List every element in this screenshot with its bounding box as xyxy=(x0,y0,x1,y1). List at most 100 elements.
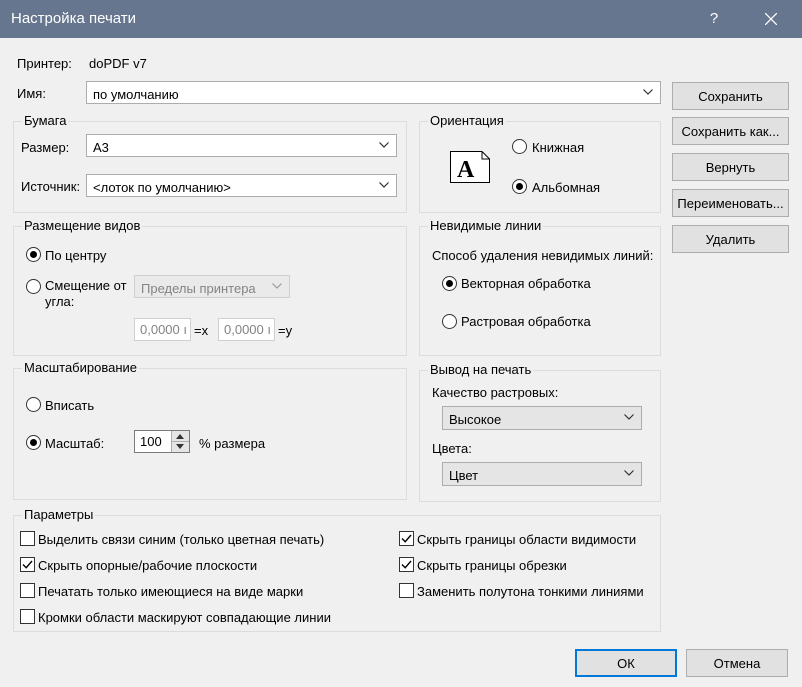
placement-offset-label-line1: Смещение от xyxy=(45,278,127,293)
params-right-1-checkbox[interactable] xyxy=(399,557,414,572)
stepper-arrows[interactable] xyxy=(171,431,189,452)
paper-source-select[interactable]: <лоток по умолчанию> xyxy=(86,174,397,197)
checkmark-icon xyxy=(401,534,412,543)
params-right-0-checkbox[interactable] xyxy=(399,531,414,546)
paper-size-value: A3 xyxy=(93,140,109,155)
delete-button[interactable]: Удалить xyxy=(672,225,789,253)
params-left-1-checkbox[interactable] xyxy=(20,557,35,572)
params-legend: Параметры xyxy=(22,507,96,522)
scaling-zoom-radio[interactable] xyxy=(26,435,41,450)
delete-button-label: Удалить xyxy=(705,232,756,247)
scaling-zoom-stepper[interactable]: 100 xyxy=(134,430,190,453)
paper-size-select[interactable]: A3 xyxy=(86,134,397,157)
scaling-group: Масштабирование xyxy=(13,360,407,500)
hidden-lines-raster-label: Растровая обработка xyxy=(461,314,591,329)
scaling-zoom-value: 100 xyxy=(140,434,162,449)
hidden-lines-vector-radio[interactable] xyxy=(442,276,457,291)
placement-offset-label-line2: угла: xyxy=(45,294,75,309)
orientation-landscape-label: Альбомная xyxy=(532,180,601,195)
params-right-0-label: Скрыть границы области видимости xyxy=(417,532,637,547)
revert-button-label: Вернуть xyxy=(705,160,756,175)
placement-offset-radio[interactable] xyxy=(26,279,41,294)
params-left-2-checkbox[interactable] xyxy=(20,583,35,598)
output-colors-label: Цвета: xyxy=(432,441,472,456)
placement-from-select[interactable]: Пределы принтера xyxy=(134,275,290,298)
close-icon xyxy=(765,13,777,25)
chevron-down-icon xyxy=(643,89,653,95)
checkmark-icon xyxy=(401,560,412,569)
rename-button-label: Переименовать... xyxy=(677,196,784,211)
placement-x-value: 0,0000 ı xyxy=(140,322,187,337)
placement-x-label: =x xyxy=(194,323,209,338)
scaling-fit-radio[interactable] xyxy=(26,397,41,412)
placement-legend: Размещение видов xyxy=(22,218,143,233)
checkmark-icon xyxy=(22,560,33,569)
placement-center-radio[interactable] xyxy=(26,247,41,262)
params-left-0-checkbox[interactable] xyxy=(20,531,35,546)
placement-from-value: Пределы принтера xyxy=(141,281,256,296)
close-button[interactable] xyxy=(756,0,786,38)
save-button-label: Сохранить xyxy=(698,89,763,104)
hidden-lines-raster-radio[interactable] xyxy=(442,314,457,329)
params-left-3-checkbox[interactable] xyxy=(20,609,35,624)
cancel-button[interactable]: Отмена xyxy=(686,649,788,677)
scaling-legend: Масштабирование xyxy=(22,360,140,375)
output-quality-select[interactable]: Высокое xyxy=(442,406,642,430)
help-button[interactable]: ? xyxy=(700,0,728,38)
output-legend: Вывод на печать xyxy=(428,362,534,377)
chevron-down-icon xyxy=(379,142,389,148)
chevron-down-icon xyxy=(379,182,389,188)
output-colors-value: Цвет xyxy=(449,468,479,483)
scaling-percent-label: % размера xyxy=(199,436,266,451)
chevron-down-icon xyxy=(176,444,184,449)
hidden-lines-legend: Невидимые линии xyxy=(428,218,544,233)
params-right-2-label: Заменить полутона тонкими линиями xyxy=(417,584,644,599)
chevron-down-icon xyxy=(624,470,634,476)
paper-size-label: Размер: xyxy=(21,140,70,155)
orientation-portrait-label: Книжная xyxy=(532,140,585,155)
ok-button[interactable]: ОК xyxy=(575,649,677,677)
placement-x-input[interactable]: 0,0000 ı xyxy=(134,318,191,341)
output-quality-value: Высокое xyxy=(449,412,502,427)
output-quality-label: Качество растровых: xyxy=(432,385,559,400)
placement-y-label: =y xyxy=(278,323,293,338)
orientation-portrait-radio[interactable] xyxy=(512,139,527,154)
orientation-landscape-radio[interactable] xyxy=(512,179,527,194)
paper-source-value: <лоток по умолчанию> xyxy=(93,180,231,195)
chevron-down-icon xyxy=(624,414,634,420)
placement-y-input[interactable]: 0,0000 ı xyxy=(218,318,275,341)
rename-button[interactable]: Переименовать... xyxy=(672,189,789,217)
cancel-button-label: Отмена xyxy=(713,656,761,671)
save-as-button[interactable]: Сохранить как... xyxy=(672,117,789,145)
hidden-lines-group: Невидимые линии xyxy=(419,218,661,356)
svg-text:A: A xyxy=(457,157,475,183)
ok-button-label: ОК xyxy=(617,656,635,671)
save-button[interactable]: Сохранить xyxy=(672,82,789,110)
hidden-lines-vector-label: Векторная обработка xyxy=(461,276,591,291)
placement-center-label: По центру xyxy=(45,248,107,263)
save-as-button-label: Сохранить как... xyxy=(681,124,780,139)
params-left-2-label: Печатать только имеющиеся на виде марки xyxy=(38,584,304,599)
orientation-legend: Ориентация xyxy=(428,113,506,128)
printer-value: doPDF v7 xyxy=(89,56,147,71)
paper-legend: Бумага xyxy=(22,113,69,128)
chevron-down-icon xyxy=(272,283,282,289)
params-right-1-label: Скрыть границы обрезки xyxy=(417,558,567,573)
window-title: Настройка печати xyxy=(11,10,137,27)
scaling-zoom-label: Масштаб: xyxy=(45,436,105,451)
revert-button[interactable]: Вернуть xyxy=(672,153,789,181)
params-left-1-label: Скрыть опорные/рабочие плоскости xyxy=(38,558,258,573)
name-select[interactable]: по умолчанию xyxy=(86,81,661,104)
name-label: Имя: xyxy=(17,86,46,101)
scaling-fit-label: Вписать xyxy=(45,398,95,413)
hidden-lines-method-label: Способ удаления невидимых линий: xyxy=(432,248,654,263)
chevron-up-icon xyxy=(176,434,184,439)
params-left-3-label: Кромки области маскируют совпадающие лин… xyxy=(38,610,331,625)
name-select-value: по умолчанию xyxy=(93,87,179,102)
title-bar: Настройка печати ? xyxy=(0,0,802,38)
output-colors-select[interactable]: Цвет xyxy=(442,462,642,486)
printer-label: Принтер: xyxy=(17,56,72,71)
landscape-page-icon: A xyxy=(450,151,490,183)
paper-source-label: Источник: xyxy=(21,179,81,194)
params-right-2-checkbox[interactable] xyxy=(399,583,414,598)
